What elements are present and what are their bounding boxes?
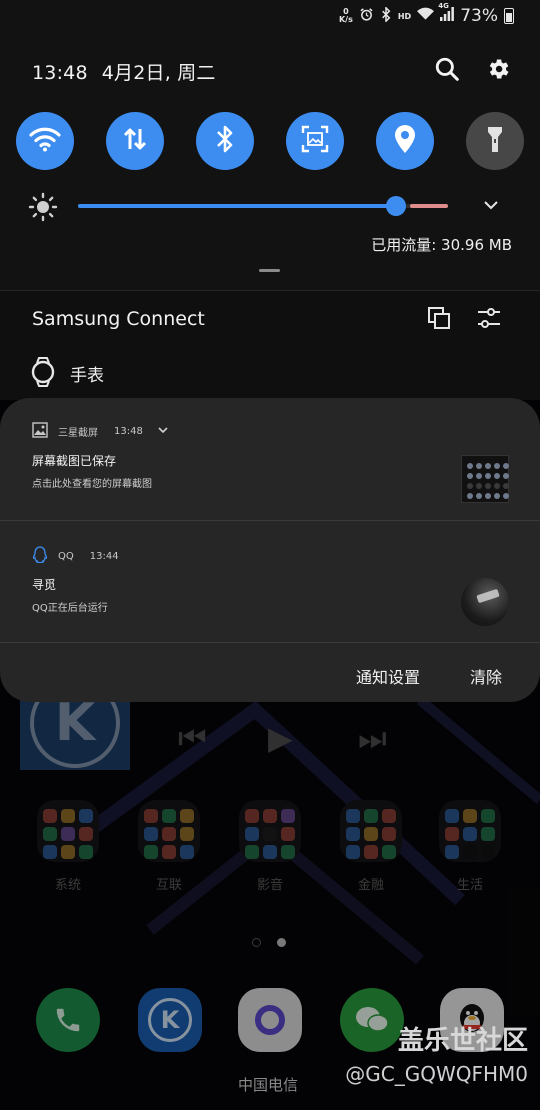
kugou-logo-icon: K [30,700,120,768]
notification-text: QQ正在后台运行 [32,603,108,614]
folder-icon [239,800,301,862]
wechat-app-icon[interactable] [340,988,404,1052]
panel-handle[interactable] [259,269,280,272]
page-indicator [252,938,286,947]
flashlight-toggle[interactable] [466,112,524,170]
hd-voice-label: HD [397,11,412,21]
date-time[interactable]: 13:48 4月2日, 周二 [32,58,216,85]
watch-icon [30,357,56,391]
folder-label: 金融 [357,878,384,893]
folder-label: 互联 [155,878,182,893]
previous-track-icon[interactable]: ⏮ [178,722,207,754]
notification-qq[interactable]: QQ 13:44 寻觅 QQ正在后台运行 [0,522,540,644]
folder-icon [37,800,99,862]
brightness-thumb[interactable] [386,196,406,216]
folder-connect[interactable]: 互联 [136,800,202,893]
clear-button[interactable]: 清除 [470,664,502,688]
notification-actions: 通知设置 清除 [356,664,502,688]
notification-title: 寻觅 [32,578,57,592]
clock[interactable]: 13:48 [32,62,88,84]
network-type-label: 4G [438,2,449,10]
quick-panel: 0 K/s HD 4G 73% 13:48 4月2日, 周二 已用流量: 30.… [0,0,540,290]
gear-icon[interactable] [483,54,513,84]
notification-app-name: 三星截屏 [58,428,98,439]
phone-app-icon[interactable] [36,988,100,1052]
brightness-control [28,190,508,222]
sliders-icon[interactable] [476,305,504,333]
qq-penguin-icon [32,546,48,566]
kugou-app-icon[interactable]: K [138,988,202,1052]
bluetooth-icon [215,124,235,158]
brightness-fill [78,204,396,208]
folder-life[interactable]: 生活 [437,800,503,893]
qq-avatar[interactable] [461,578,509,626]
page-dot-active [277,938,286,947]
network-speed-unit: K/s [338,15,353,24]
alarm-icon [359,7,374,26]
location-toggle[interactable] [376,112,434,170]
notification-text: 点击此处查看您的屏幕截图 [32,479,152,490]
screenshot-toggle[interactable] [286,112,344,170]
notification-settings-button[interactable]: 通知设置 [356,664,420,688]
network-speed: 0 K/s [339,8,353,24]
date-label[interactable]: 4月2日, 周二 [102,62,216,84]
status-bar: 0 K/s HD 4G 73% [339,2,514,28]
watermark-user: @GC_GQWQFHM0 [345,1062,528,1086]
screenshot-thumbnail[interactable] [461,455,509,503]
cellular-signal-icon: 4G [438,2,455,25]
quick-settings-row [16,112,526,170]
next-track-icon[interactable]: ⏭ [358,722,387,754]
mobile-data-toggle[interactable] [106,112,164,170]
play-icon[interactable]: ▶ [268,722,293,754]
device-switch-icon[interactable] [426,305,454,333]
notification-time: 13:44 [89,550,119,562]
notification-header: QQ 13:44 [32,546,119,566]
samsung-connect-section: Samsung Connect 手表 [0,290,540,400]
wifi-icon [29,126,61,156]
chevron-down-icon[interactable] [157,424,169,439]
bluetooth-toggle[interactable] [196,112,254,170]
wifi-status-icon [417,7,435,25]
flashlight-icon [484,124,506,158]
image-icon [32,422,48,441]
carrier-label: 中国电信 [238,1076,299,1094]
folder-label: 生活 [456,878,483,893]
notification-screenshot[interactable]: 三星截屏 13:48 屏幕截图已保存 点击此处查看您的屏幕截图 [0,398,540,520]
divider [0,520,540,521]
browser-app-icon[interactable] [238,988,302,1052]
folder-media[interactable]: 影音 [237,800,303,893]
brightness-slider[interactable] [78,196,448,216]
folder-icon [340,800,402,862]
wifi-toggle[interactable] [16,112,74,170]
screenshot-icon [300,124,330,158]
divider [0,642,540,643]
data-usage-label: 已用流量: 30.96 MB [371,236,512,254]
device-label[interactable]: 手表 [70,361,104,386]
kugou-widget[interactable]: K [20,700,130,770]
mobile-data-icon [121,125,149,157]
battery-percent: 73% [460,6,498,26]
folder-finance[interactable]: 金融 [338,800,404,893]
brightness-icon [28,192,58,226]
page-dot [252,938,261,947]
samsung-connect-title[interactable]: Samsung Connect [32,308,205,330]
search-icon[interactable] [432,54,462,84]
folder-icon [138,800,200,862]
battery-icon [504,8,514,24]
brightness-outdoor-range [410,204,448,208]
folder-system[interactable]: 系统 [35,800,101,893]
chevron-down-icon[interactable] [482,196,500,218]
notification-title: 屏幕截图已保存 [32,454,117,468]
watermark-logo: 盖乐世社区 [397,1026,528,1056]
notification-time: 13:48 [114,426,143,437]
bluetooth-status-icon [380,5,392,26]
folder-icon [439,800,501,862]
folder-label: 影音 [256,878,283,893]
location-icon [393,124,417,158]
notification-header: 三星截屏 13:48 [32,422,169,441]
notification-card: 三星截屏 13:48 屏幕截图已保存 点击此处查看您的屏幕截图 QQ 13:44… [0,398,540,702]
notification-app-name: QQ [58,550,74,562]
folder-label: 系统 [54,878,81,893]
